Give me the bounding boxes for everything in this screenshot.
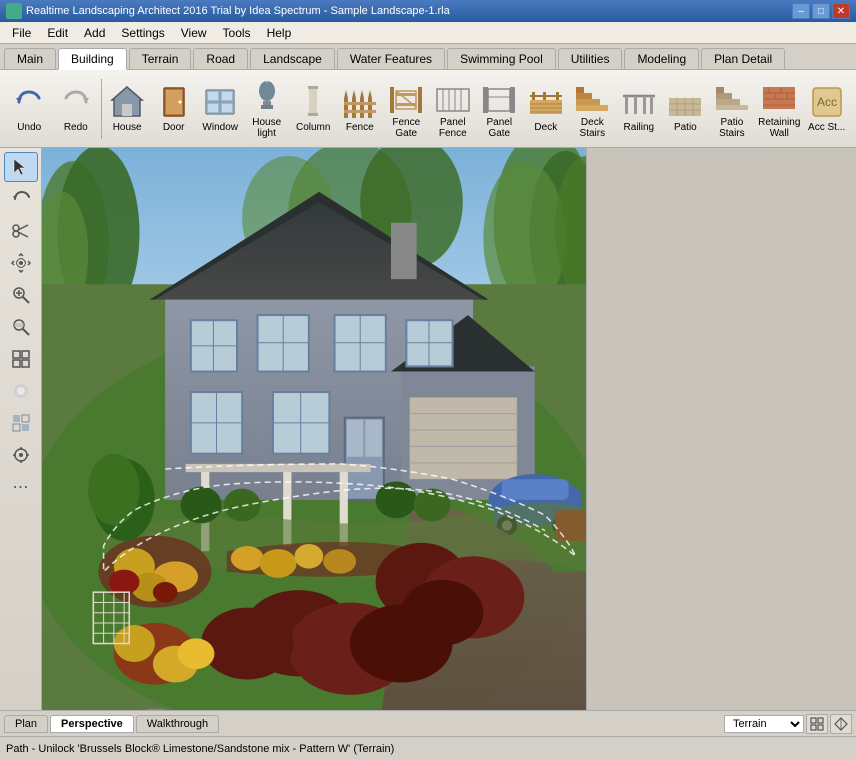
svg-text:Acc: Acc xyxy=(817,95,837,109)
menu-add[interactable]: Add xyxy=(76,24,113,42)
toolbar: Undo Redo House Door xyxy=(0,70,856,148)
deck-stairs-icon xyxy=(574,79,610,115)
grid-tool[interactable] xyxy=(4,408,38,438)
statusbar: Path - Unilock 'Brussels Block® Limeston… xyxy=(0,736,856,760)
house-light-tool[interactable]: House light xyxy=(243,75,290,143)
view-btn-1[interactable] xyxy=(806,714,828,734)
window-icon xyxy=(202,84,238,120)
panel-fence-icon xyxy=(435,79,471,115)
panel-fence-tool[interactable]: Panel Fence xyxy=(430,75,477,143)
menu-edit[interactable]: Edit xyxy=(39,24,76,42)
close-button[interactable]: ✕ xyxy=(832,3,850,19)
title-text: Realtime Landscaping Architect 2016 Tria… xyxy=(26,5,792,17)
railing-tool[interactable]: Railing xyxy=(616,75,663,143)
fence-gate-tool[interactable]: Fence Gate xyxy=(383,75,430,143)
redo-icon xyxy=(58,84,94,120)
deck-stairs-tool[interactable]: Deck Stairs xyxy=(569,75,616,143)
menu-help[interactable]: Help xyxy=(259,24,300,42)
tab-landscape[interactable]: Landscape xyxy=(250,48,335,69)
tab-terrain[interactable]: Terrain xyxy=(129,48,192,69)
snap-tool[interactable] xyxy=(4,440,38,470)
tab-road[interactable]: Road xyxy=(193,48,248,69)
house-light-icon xyxy=(249,79,285,115)
patio-icon xyxy=(667,84,703,120)
maximize-button[interactable]: □ xyxy=(812,3,830,19)
menu-settings[interactable]: Settings xyxy=(113,24,172,42)
menu-view[interactable]: View xyxy=(173,24,215,42)
column-tool[interactable]: Column xyxy=(290,75,337,143)
tab-swimming-pool[interactable]: Swimming Pool xyxy=(447,48,556,69)
view-btn-2[interactable] xyxy=(830,714,852,734)
svg-text:N: N xyxy=(152,701,159,710)
bottom-bar: Plan Perspective Walkthrough Terrain All… xyxy=(0,710,856,736)
status-text: Path - Unilock 'Brussels Block® Limeston… xyxy=(6,743,394,755)
view-tab-walkthrough[interactable]: Walkthrough xyxy=(136,715,219,733)
window-tool[interactable]: Window xyxy=(197,75,244,143)
fence-gate-icon xyxy=(388,79,424,115)
tabbar: Main Building Terrain Road Landscape Wat… xyxy=(0,44,856,70)
landscape-view: N xyxy=(42,148,586,710)
panel-gate-tool[interactable]: Panel Gate xyxy=(476,75,523,143)
retaining-wall-icon xyxy=(761,79,797,115)
menu-tools[interactable]: Tools xyxy=(215,24,259,42)
titlebar: Realtime Landscaping Architect 2016 Tria… xyxy=(0,0,856,22)
main-content: ⋯ xyxy=(0,148,856,710)
railing-icon xyxy=(621,84,657,120)
undo-tool[interactable] xyxy=(4,184,38,214)
panel-gate-icon xyxy=(481,79,517,115)
zoom-area-tool[interactable] xyxy=(4,312,38,342)
select-tool[interactable] xyxy=(4,152,38,182)
deck-tool[interactable]: Deck xyxy=(523,75,570,143)
view-controls-right: Terrain All None xyxy=(724,714,852,734)
acc-tool[interactable]: Acc Acc St... xyxy=(803,75,850,143)
house-tool[interactable]: House xyxy=(104,75,151,143)
tab-modeling[interactable]: Modeling xyxy=(624,48,699,69)
column-icon xyxy=(295,84,331,120)
fog-tool[interactable] xyxy=(4,376,38,406)
right-panel xyxy=(586,148,856,710)
acc-icon: Acc xyxy=(809,84,845,120)
undo-button[interactable]: Undo xyxy=(6,75,53,143)
tab-main[interactable]: Main xyxy=(4,48,56,69)
undo-icon xyxy=(11,84,47,120)
more-tools[interactable]: ⋯ xyxy=(4,472,38,502)
minimize-button[interactable]: – xyxy=(792,3,810,19)
patio-stairs-icon xyxy=(714,79,750,115)
tab-utilities[interactable]: Utilities xyxy=(558,48,623,69)
house-icon xyxy=(109,84,145,120)
menubar: File Edit Add Settings View Tools Help xyxy=(0,22,856,44)
pan-tool[interactable] xyxy=(4,248,38,278)
retaining-wall-tool[interactable]: Retaining Wall xyxy=(755,75,803,143)
scissors-tool[interactable] xyxy=(4,216,38,246)
deck-icon xyxy=(528,84,564,120)
door-tool[interactable]: Door xyxy=(150,75,197,143)
redo-button[interactable]: Redo xyxy=(53,75,100,143)
fence-icon xyxy=(342,84,378,120)
view-tab-perspective[interactable]: Perspective xyxy=(50,715,134,733)
tab-plan-detail[interactable]: Plan Detail xyxy=(701,48,785,69)
viewport[interactable]: N xyxy=(42,148,586,710)
terrain-dropdown[interactable]: Terrain All None xyxy=(724,715,804,733)
fence-tool[interactable]: Fence xyxy=(336,75,383,143)
menu-file[interactable]: File xyxy=(4,24,39,42)
app-icon xyxy=(6,3,22,19)
view-tab-plan[interactable]: Plan xyxy=(4,715,48,733)
left-toolbar: ⋯ xyxy=(0,148,42,710)
patio-tool[interactable]: Patio xyxy=(662,75,709,143)
separator-1 xyxy=(101,79,102,139)
zoom-in-tool[interactable] xyxy=(4,280,38,310)
patio-stairs-tool[interactable]: Patio Stairs xyxy=(709,75,756,143)
door-icon xyxy=(156,84,192,120)
window-controls: – □ ✕ xyxy=(792,3,850,19)
tab-water-features[interactable]: Water Features xyxy=(337,48,445,69)
tab-building[interactable]: Building xyxy=(58,48,127,70)
zoom-fit-tool[interactable] xyxy=(4,344,38,374)
